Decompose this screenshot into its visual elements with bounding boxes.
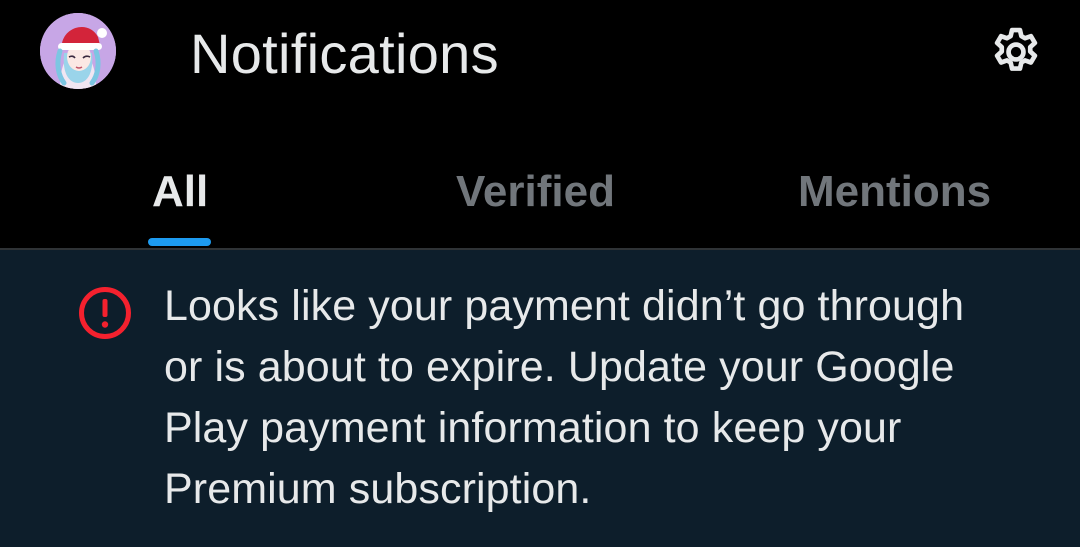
- tab-label: All: [152, 167, 209, 216]
- banner-message-line: or is about to expire. Update your Googl…: [164, 343, 955, 391]
- avatar-illustration: [40, 13, 116, 89]
- top-app-bar: Notifications: [0, 0, 1080, 110]
- banner-message: Looks like your payment didn’t go throug…: [164, 276, 1064, 520]
- gear-icon: [994, 27, 1038, 71]
- banner-message-line: Premium subscription.: [164, 465, 592, 513]
- alert-circle-icon: [78, 286, 132, 340]
- tab-bar: All Verified Mentions: [0, 140, 1080, 248]
- tab-mentions[interactable]: Mentions: [720, 140, 1080, 248]
- notifications-screen: Notifications All Verified Mentions Look…: [0, 0, 1080, 547]
- tab-label: Verified: [456, 167, 615, 216]
- tab-all[interactable]: All: [60, 140, 300, 248]
- selected-tab-indicator: [148, 238, 211, 246]
- settings-button[interactable]: [984, 20, 1048, 84]
- page-title: Notifications: [190, 22, 499, 85]
- tab-verified[interactable]: Verified: [360, 140, 720, 248]
- avatar[interactable]: [40, 13, 116, 89]
- payment-alert-banner[interactable]: Looks like your payment didn’t go throug…: [0, 250, 1080, 547]
- banner-message-line: Looks like your payment didn’t go throug…: [164, 282, 965, 330]
- banner-message-line: Play payment information to keep your: [164, 404, 902, 452]
- tab-label: Mentions: [798, 167, 992, 216]
